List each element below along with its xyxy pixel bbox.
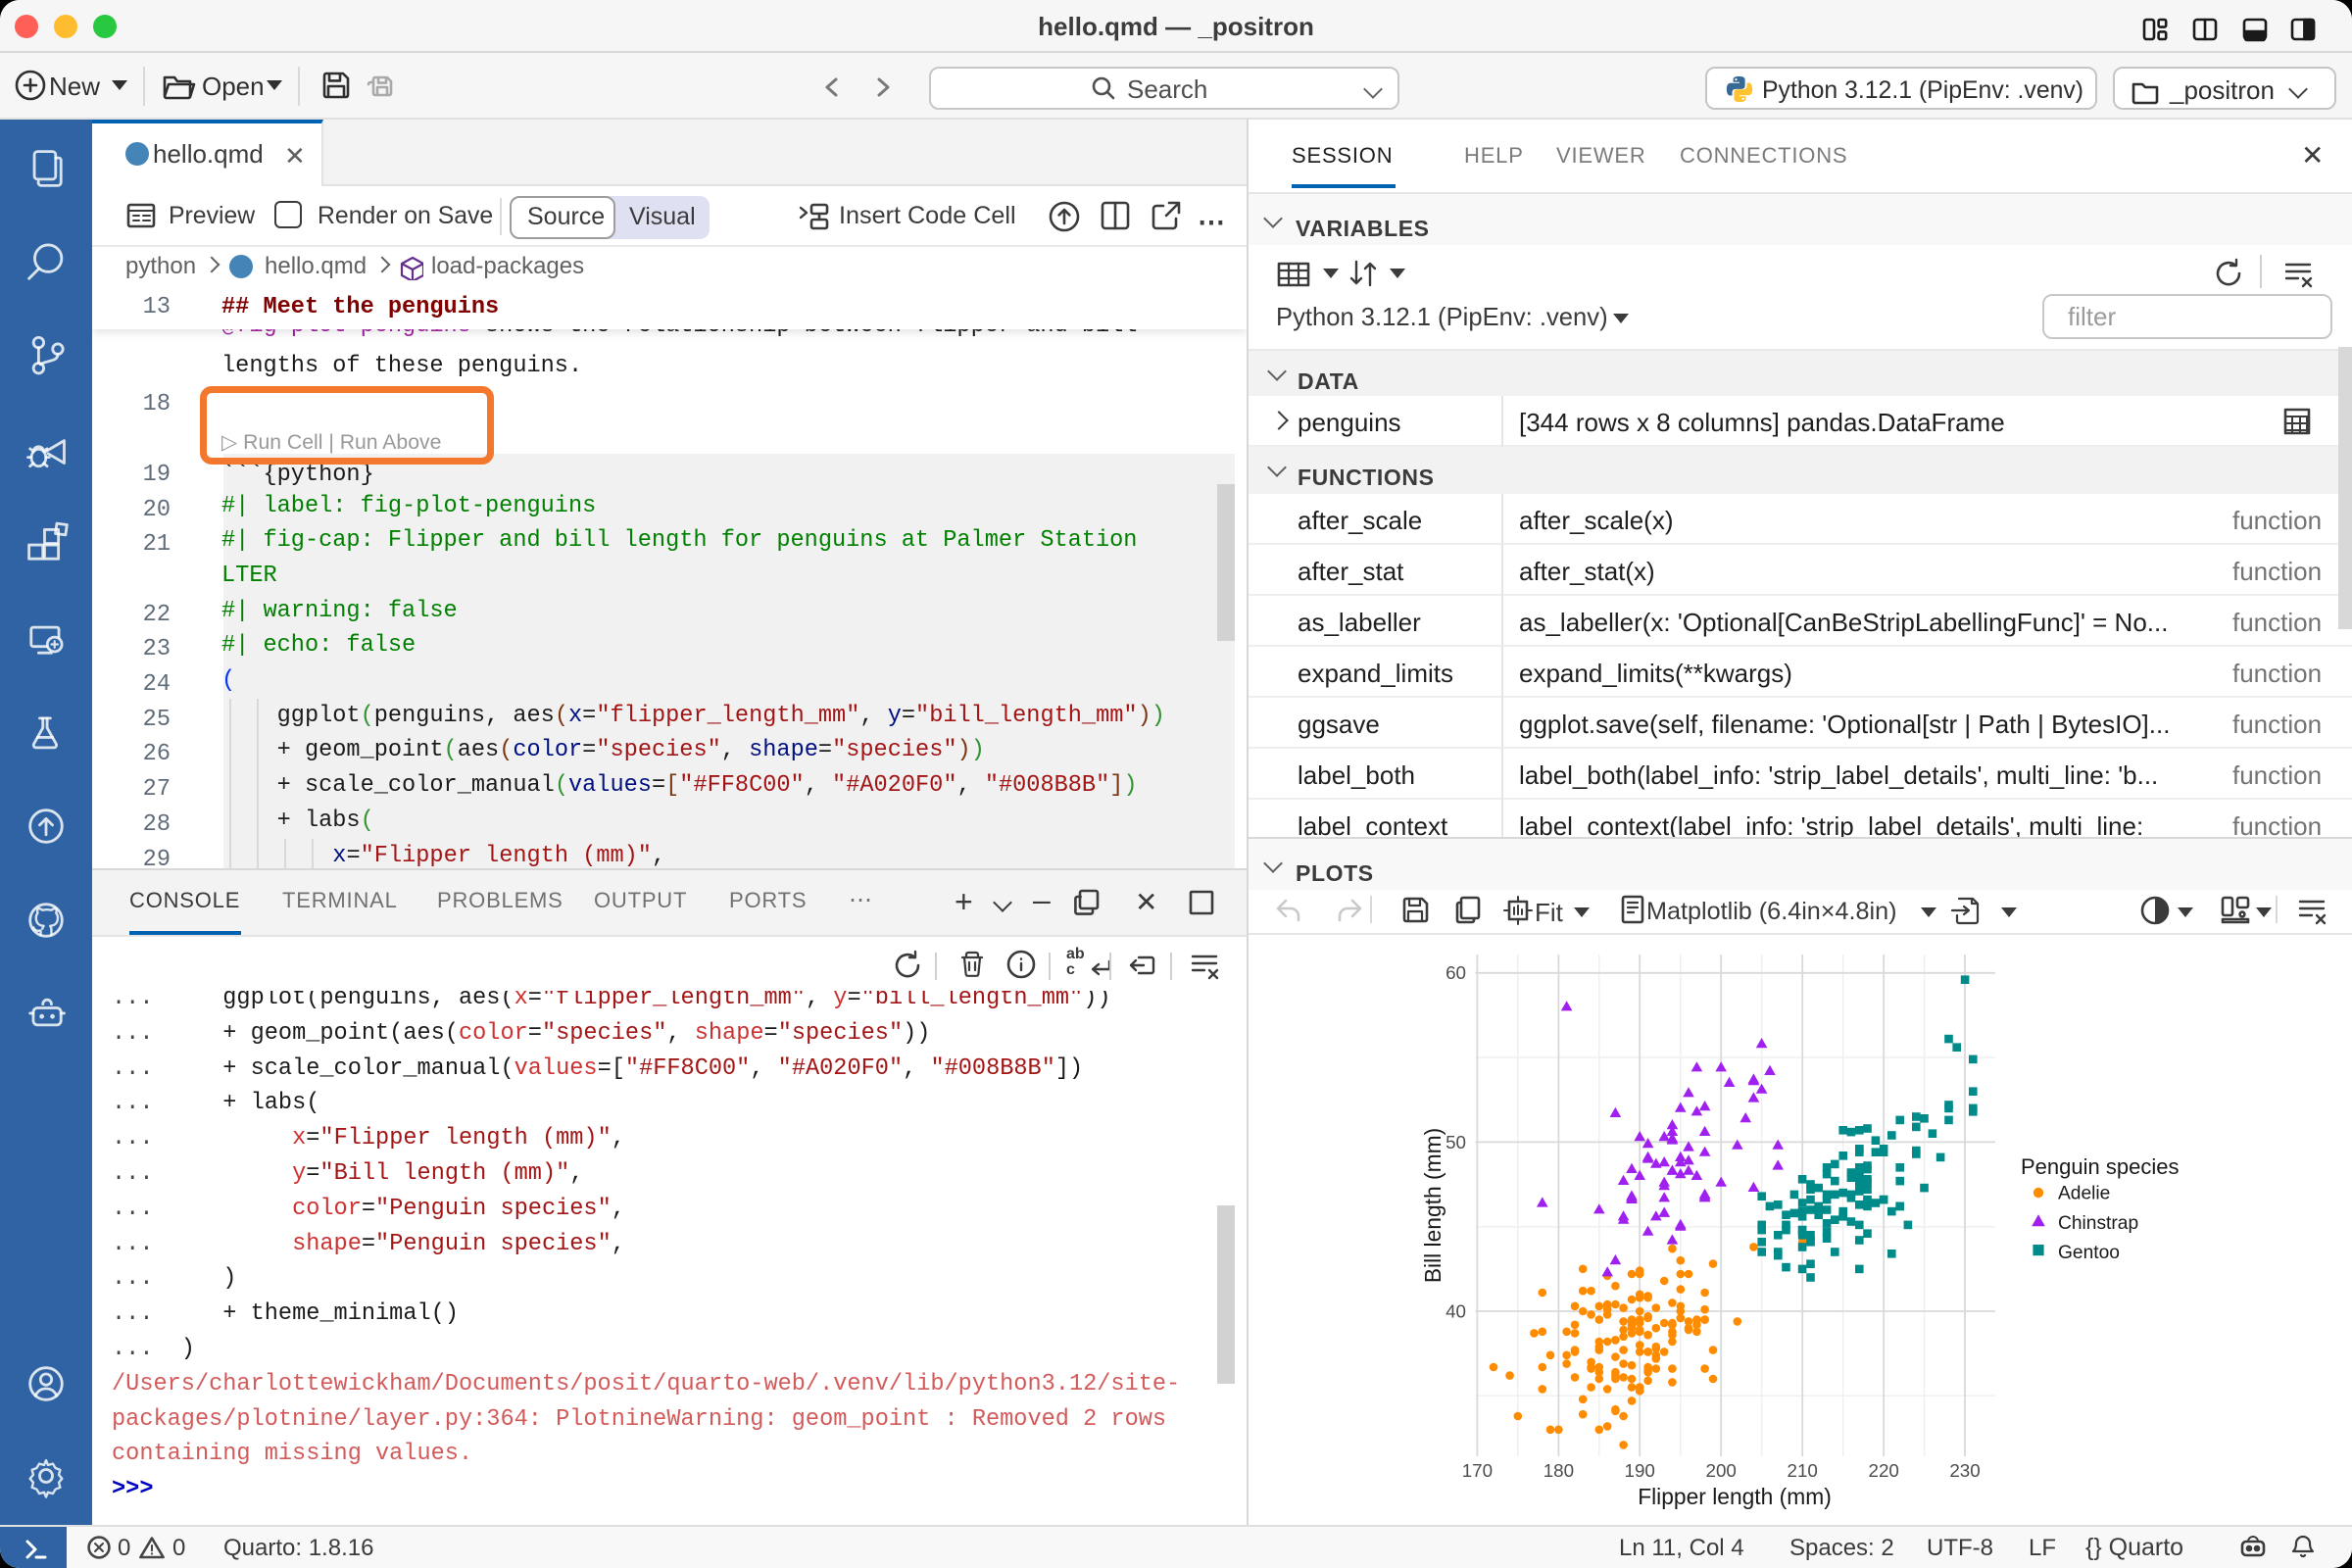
svg-text:40: 40 — [1446, 1300, 1466, 1321]
svg-text:200: 200 — [1706, 1460, 1737, 1481]
svg-text:220: 220 — [1869, 1460, 1899, 1481]
svg-text:190: 190 — [1625, 1460, 1655, 1481]
svg-text:50: 50 — [1446, 1132, 1466, 1152]
svg-text:Flipper length (mm): Flipper length (mm) — [1638, 1484, 1832, 1509]
svg-text:60: 60 — [1446, 962, 1466, 983]
svg-text:Chinstrap: Chinstrap — [2058, 1213, 2138, 1234]
svg-text:Gentoo: Gentoo — [2058, 1243, 2120, 1263]
svg-text:Penguin species: Penguin species — [2021, 1154, 2179, 1179]
svg-text:170: 170 — [1462, 1460, 1493, 1481]
svg-text:210: 210 — [1788, 1460, 1818, 1481]
svg-text:230: 230 — [1949, 1460, 1980, 1481]
svg-text:Adelie: Adelie — [2058, 1184, 2110, 1204]
svg-text:Bill length (mm): Bill length (mm) — [1420, 1128, 1446, 1283]
svg-text:180: 180 — [1544, 1460, 1574, 1481]
